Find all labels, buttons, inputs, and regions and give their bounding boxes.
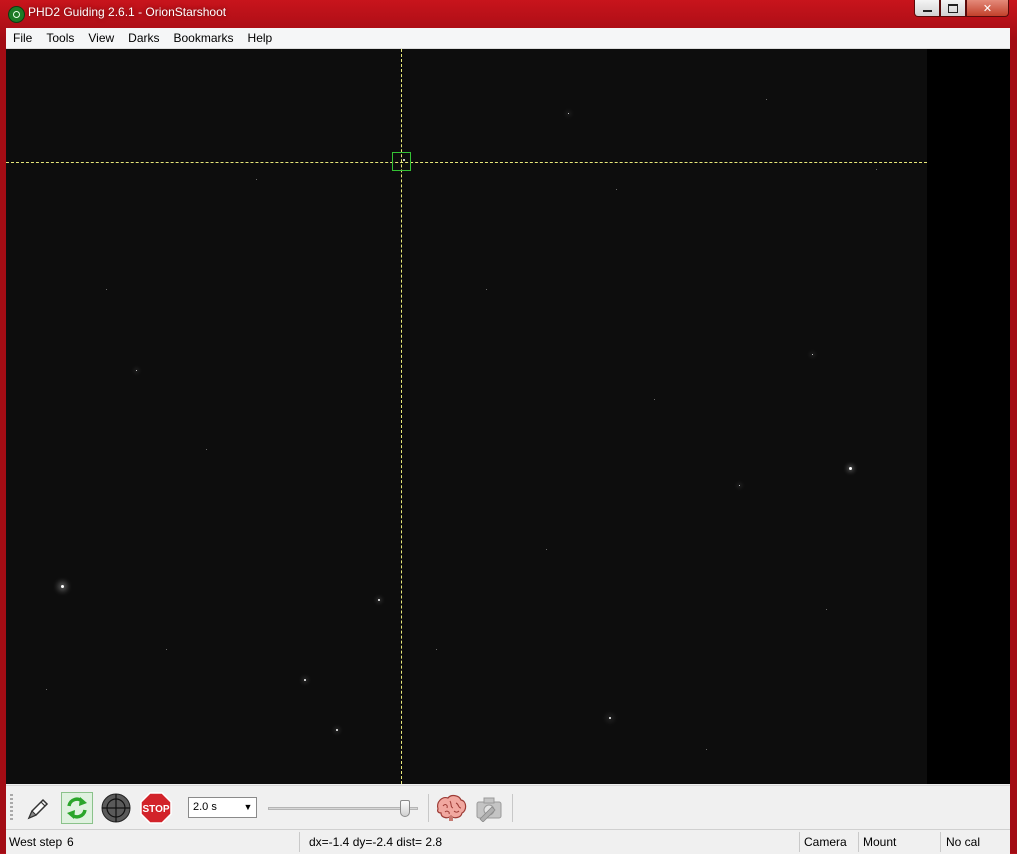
brain-icon [437, 794, 467, 821]
app-icon [8, 6, 25, 23]
guide-star-selection-box[interactable] [392, 152, 411, 171]
star [876, 169, 877, 170]
star [61, 585, 64, 588]
star [304, 679, 306, 681]
star [546, 549, 547, 550]
close-icon: ✕ [982, 1, 993, 15]
window-title: PHD2 Guiding 2.6.1 - OrionStarshoot [28, 5, 227, 19]
star [256, 179, 257, 180]
status-divider [299, 832, 300, 852]
menu-tools[interactable]: Tools [39, 28, 81, 48]
star [654, 399, 655, 400]
connect-equipment-button[interactable] [22, 792, 54, 824]
gamma-slider[interactable] [268, 798, 422, 818]
menu-darks[interactable]: Darks [121, 28, 166, 48]
minimize-icon [922, 10, 932, 12]
gamma-slider-thumb[interactable] [400, 800, 410, 817]
status-divider [799, 832, 800, 852]
toolbar-separator [428, 794, 429, 822]
star [568, 113, 569, 114]
status-mount: Mount [863, 835, 897, 849]
star [706, 749, 707, 750]
status-camera: Camera [804, 835, 847, 849]
status-offset: dx=-1.4 dy=-2.4 dist= 2.8 [309, 835, 443, 849]
menu-bookmarks[interactable]: Bookmarks [167, 28, 241, 48]
star [812, 354, 813, 355]
star [136, 370, 137, 371]
brain-button[interactable] [433, 792, 469, 824]
menu-file[interactable]: File [6, 28, 39, 48]
maximize-icon [948, 3, 958, 13]
guide-button[interactable] [100, 792, 132, 824]
status-divider [940, 832, 941, 852]
star [739, 485, 740, 486]
stop-button[interactable]: STOP [140, 792, 172, 824]
star [616, 189, 617, 190]
stop-icon: STOP [140, 792, 172, 824]
star [206, 449, 207, 450]
main-window: File Tools View Darks Bookmarks Help STO… [6, 28, 1010, 854]
star [766, 99, 767, 100]
stop-label: STOP [142, 804, 169, 815]
connect-equipment-icon [27, 798, 49, 820]
toolbar-grip[interactable] [10, 794, 13, 822]
star [378, 599, 380, 601]
star [826, 609, 827, 610]
exposure-duration-select[interactable]: 2.0 s ▼ [188, 797, 257, 818]
minimize-button[interactable] [914, 0, 940, 17]
status-bar: West step 6 dx=-1.4 dy=-2.4 dist= 2.8 Ca… [6, 829, 1010, 854]
camera-settings-icon [476, 797, 502, 822]
loop-exposures-button[interactable] [61, 792, 93, 824]
exposure-duration-value: 2.0 s [193, 801, 217, 813]
close-button[interactable]: ✕ [966, 0, 1009, 17]
guide-target-icon [101, 793, 131, 823]
gamma-slider-track[interactable] [268, 807, 418, 810]
status-calibration: No cal [946, 835, 981, 849]
star-image-viewer[interactable] [6, 49, 1010, 784]
menu-help[interactable]: Help [241, 28, 280, 48]
chevron-down-icon[interactable]: ▼ [240, 798, 256, 817]
camera-frame[interactable] [6, 49, 927, 784]
crosshair-horizontal [6, 162, 927, 163]
maximize-button[interactable] [940, 0, 966, 17]
status-step-number: 6 [67, 835, 74, 849]
camera-settings-button[interactable] [473, 792, 505, 824]
status-divider [858, 832, 859, 852]
menu-view[interactable]: View [81, 28, 121, 48]
star [486, 289, 487, 290]
star [849, 467, 852, 470]
star [436, 649, 437, 650]
star [609, 717, 611, 719]
menu-bar: File Tools View Darks Bookmarks Help [6, 28, 1010, 49]
star [336, 729, 338, 731]
status-message: West step [9, 835, 63, 849]
title-bar[interactable]: PHD2 Guiding 2.6.1 - OrionStarshoot ✕ [0, 0, 1017, 28]
toolbar: STOP 2.0 s ▼ [6, 785, 1010, 830]
toolbar-separator [512, 794, 513, 822]
star [166, 649, 167, 650]
star [106, 289, 107, 290]
star [46, 689, 47, 690]
loop-exposures-icon [67, 797, 87, 819]
